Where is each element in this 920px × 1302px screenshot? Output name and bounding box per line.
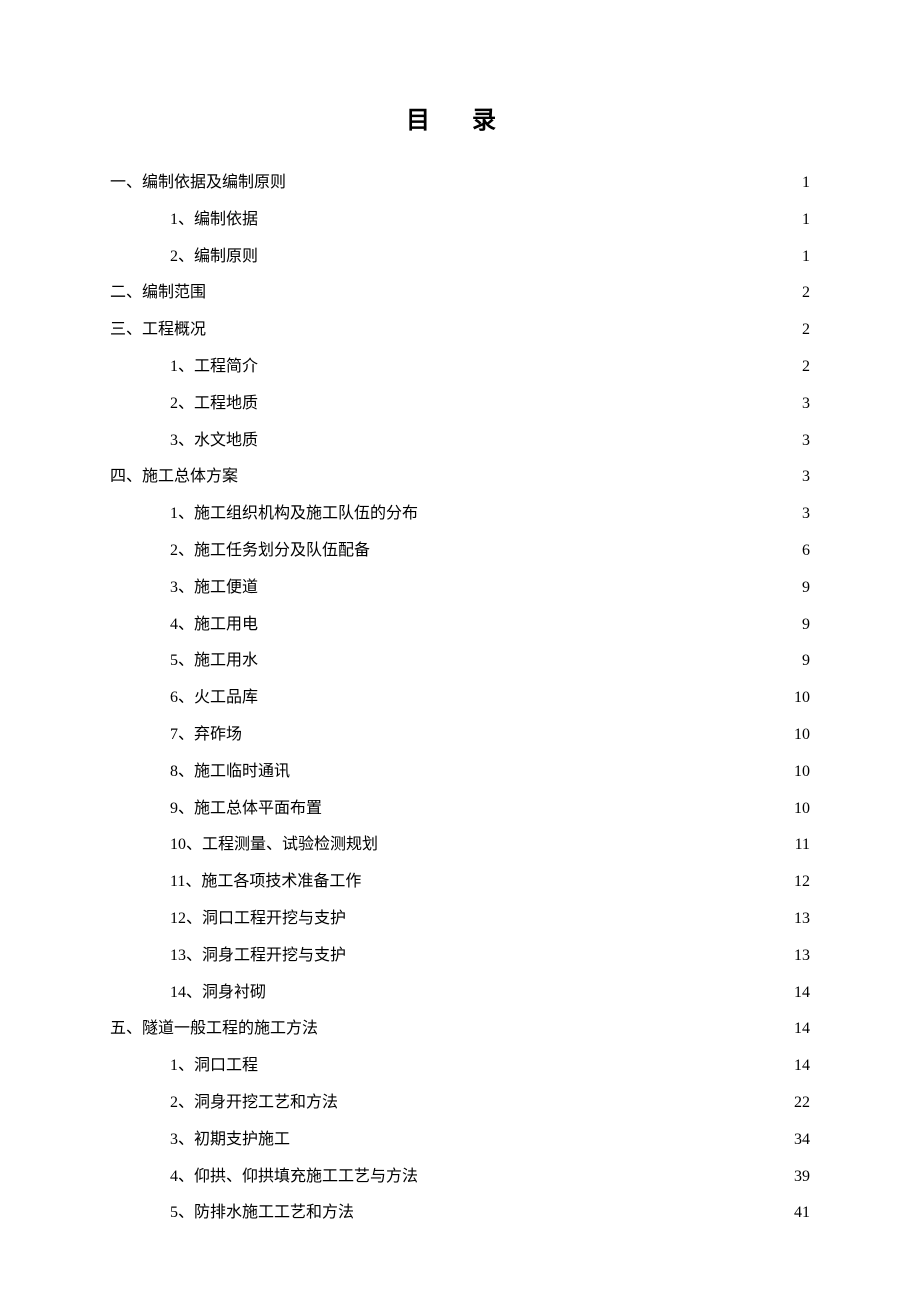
toc-entry: 三、工程概况 2 — [110, 312, 810, 349]
toc-entry: 1、工程简介 2 — [110, 349, 810, 386]
toc-entry-label: 4、施工用电 — [170, 607, 258, 644]
toc-entry-label: 12、洞口工程开挖与支护 — [170, 901, 346, 938]
toc-entry-label: 3、水文地质 — [170, 423, 258, 460]
toc-entry-page: 41 — [794, 1195, 810, 1232]
toc-entry: 5、防排水施工工艺和方法 41 — [110, 1195, 810, 1232]
toc-entry: 14、洞身衬砌 14 — [110, 975, 810, 1012]
toc-entry: 1、编制依据 1 — [110, 202, 810, 239]
toc-entry: 8、施工临时通讯 10 — [110, 754, 810, 791]
toc-entry: 一、编制依据及编制原则 1 — [110, 165, 810, 202]
toc-entry: 3、初期支护施工 34 — [110, 1122, 810, 1159]
toc-entry-label: 5、防排水施工工艺和方法 — [170, 1195, 354, 1232]
toc-entry: 12、洞口工程开挖与支护 13 — [110, 901, 810, 938]
toc-entry-label: 6、火工品库 — [170, 680, 258, 717]
toc-entry-page: 1 — [802, 165, 810, 202]
toc-entry-label: 11、施工各项技术准备工作 — [170, 864, 361, 901]
toc-entry-label: 10、工程测量、试验检测规划 — [170, 827, 378, 864]
toc-entry: 2、编制原则 1 — [110, 239, 810, 276]
toc-entry: 13、洞身工程开挖与支护 13 — [110, 938, 810, 975]
toc-entry-page: 13 — [794, 901, 810, 938]
toc-entry-label: 13、洞身工程开挖与支护 — [170, 938, 346, 975]
toc-entry: 6、火工品库 10 — [110, 680, 810, 717]
toc-entry: 五、隧道一般工程的施工方法 14 — [110, 1011, 810, 1048]
toc-list: 一、编制依据及编制原则 11、编制依据 12、编制原则 1二、编制范围 2三、工… — [110, 165, 810, 1232]
toc-entry-page: 1 — [802, 239, 810, 276]
toc-entry-label: 2、编制原则 — [170, 239, 258, 276]
toc-entry-page: 10 — [794, 791, 810, 828]
toc-entry-page: 6 — [802, 533, 810, 570]
toc-entry: 1、洞口工程 14 — [110, 1048, 810, 1085]
toc-entry: 9、施工总体平面布置 10 — [110, 791, 810, 828]
toc-entry: 四、施工总体方案 3 — [110, 459, 810, 496]
toc-entry-label: 三、工程概况 — [110, 312, 206, 349]
toc-entry-page: 22 — [794, 1085, 810, 1122]
toc-entry-page: 10 — [794, 680, 810, 717]
toc-entry: 7、弃砟场 10 — [110, 717, 810, 754]
toc-entry-label: 4、仰拱、仰拱填充施工工艺与方法 — [170, 1159, 418, 1196]
toc-entry-page: 34 — [794, 1122, 810, 1159]
toc-entry-label: 7、弃砟场 — [170, 717, 242, 754]
toc-entry-page: 14 — [794, 975, 810, 1012]
toc-entry-page: 2 — [802, 312, 810, 349]
toc-entry: 2、洞身开挖工艺和方法 22 — [110, 1085, 810, 1122]
toc-entry-page: 3 — [802, 459, 810, 496]
toc-entry: 11、施工各项技术准备工作 12 — [110, 864, 810, 901]
toc-entry: 5、施工用水 9 — [110, 643, 810, 680]
toc-entry-label: 1、施工组织机构及施工队伍的分布 — [170, 496, 418, 533]
toc-entry-label: 3、初期支护施工 — [170, 1122, 290, 1159]
toc-entry: 2、施工任务划分及队伍配备 6 — [110, 533, 810, 570]
toc-entry-page: 3 — [802, 386, 810, 423]
toc-entry-label: 2、洞身开挖工艺和方法 — [170, 1085, 338, 1122]
toc-entry-page: 10 — [794, 717, 810, 754]
toc-entry: 3、施工便道 9 — [110, 570, 810, 607]
toc-entry-label: 2、工程地质 — [170, 386, 258, 423]
toc-entry: 二、编制范围 2 — [110, 275, 810, 312]
toc-entry-label: 3、施工便道 — [170, 570, 258, 607]
toc-entry-page: 1 — [802, 202, 810, 239]
toc-entry: 3、水文地质 3 — [110, 423, 810, 460]
toc-entry-page: 12 — [794, 864, 810, 901]
toc-entry-label: 一、编制依据及编制原则 — [110, 165, 286, 202]
toc-entry: 4、施工用电 9 — [110, 607, 810, 644]
toc-entry-page: 3 — [802, 496, 810, 533]
toc-entry-page: 9 — [802, 570, 810, 607]
toc-entry: 4、仰拱、仰拱填充施工工艺与方法 39 — [110, 1159, 810, 1196]
toc-entry-page: 14 — [794, 1048, 810, 1085]
toc-entry-page: 11 — [795, 827, 810, 864]
toc-entry: 1、施工组织机构及施工队伍的分布 3 — [110, 496, 810, 533]
toc-entry-page: 3 — [802, 423, 810, 460]
toc-entry: 10、工程测量、试验检测规划 11 — [110, 827, 810, 864]
toc-entry-page: 14 — [794, 1011, 810, 1048]
toc-entry-page: 13 — [794, 938, 810, 975]
toc-entry-page: 9 — [802, 607, 810, 644]
toc-entry-label: 1、洞口工程 — [170, 1048, 258, 1085]
toc-entry-page: 2 — [802, 275, 810, 312]
toc-entry-page: 9 — [802, 643, 810, 680]
toc-entry-label: 四、施工总体方案 — [110, 459, 238, 496]
toc-entry-label: 9、施工总体平面布置 — [170, 791, 322, 828]
toc-entry-label: 1、编制依据 — [170, 202, 258, 239]
toc-entry-label: 5、施工用水 — [170, 643, 258, 680]
toc-entry-label: 1、工程简介 — [170, 349, 258, 386]
toc-entry-label: 8、施工临时通讯 — [170, 754, 290, 791]
toc-entry-page: 10 — [794, 754, 810, 791]
toc-entry-label: 二、编制范围 — [110, 275, 206, 312]
toc-entry-label: 14、洞身衬砌 — [170, 975, 266, 1012]
toc-entry-page: 39 — [794, 1159, 810, 1196]
toc-entry: 2、工程地质 3 — [110, 386, 810, 423]
toc-entry-label: 2、施工任务划分及队伍配备 — [170, 533, 370, 570]
toc-entry-label: 五、隧道一般工程的施工方法 — [110, 1011, 318, 1048]
toc-title: 目 录 — [110, 100, 810, 135]
toc-entry-page: 2 — [802, 349, 810, 386]
